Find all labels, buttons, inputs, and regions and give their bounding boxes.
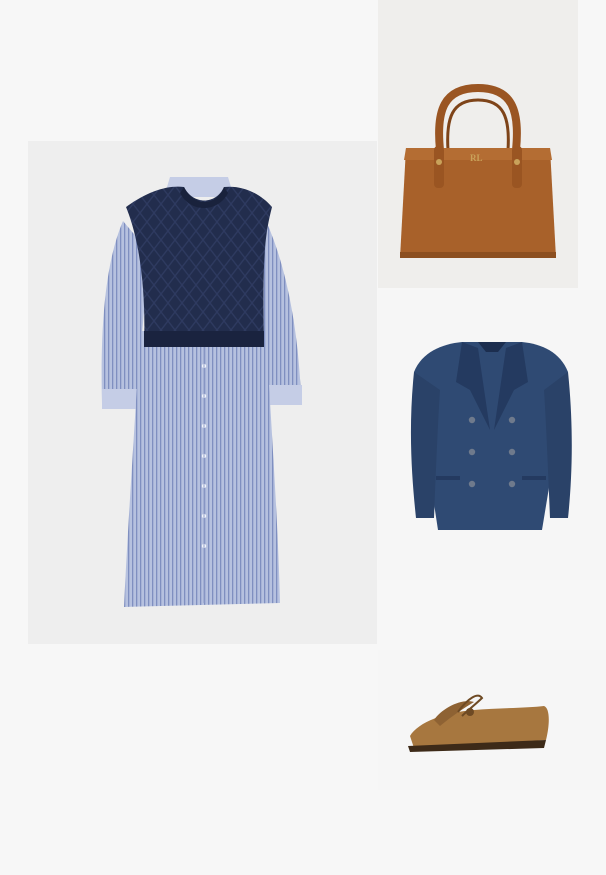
product-dress-tile[interactable] bbox=[28, 141, 377, 644]
bag-logo: RL bbox=[470, 153, 483, 163]
blazer-image bbox=[410, 342, 572, 530]
dress-image bbox=[101, 177, 302, 607]
outfit-collage: RL bbox=[0, 0, 606, 875]
loafer-image bbox=[408, 694, 549, 752]
product-loafer-tile[interactable] bbox=[378, 650, 606, 790]
product-jacket-tile[interactable] bbox=[378, 290, 606, 580]
tote-bag-image bbox=[400, 83, 556, 258]
product-bag-tile[interactable]: RL bbox=[378, 0, 578, 288]
